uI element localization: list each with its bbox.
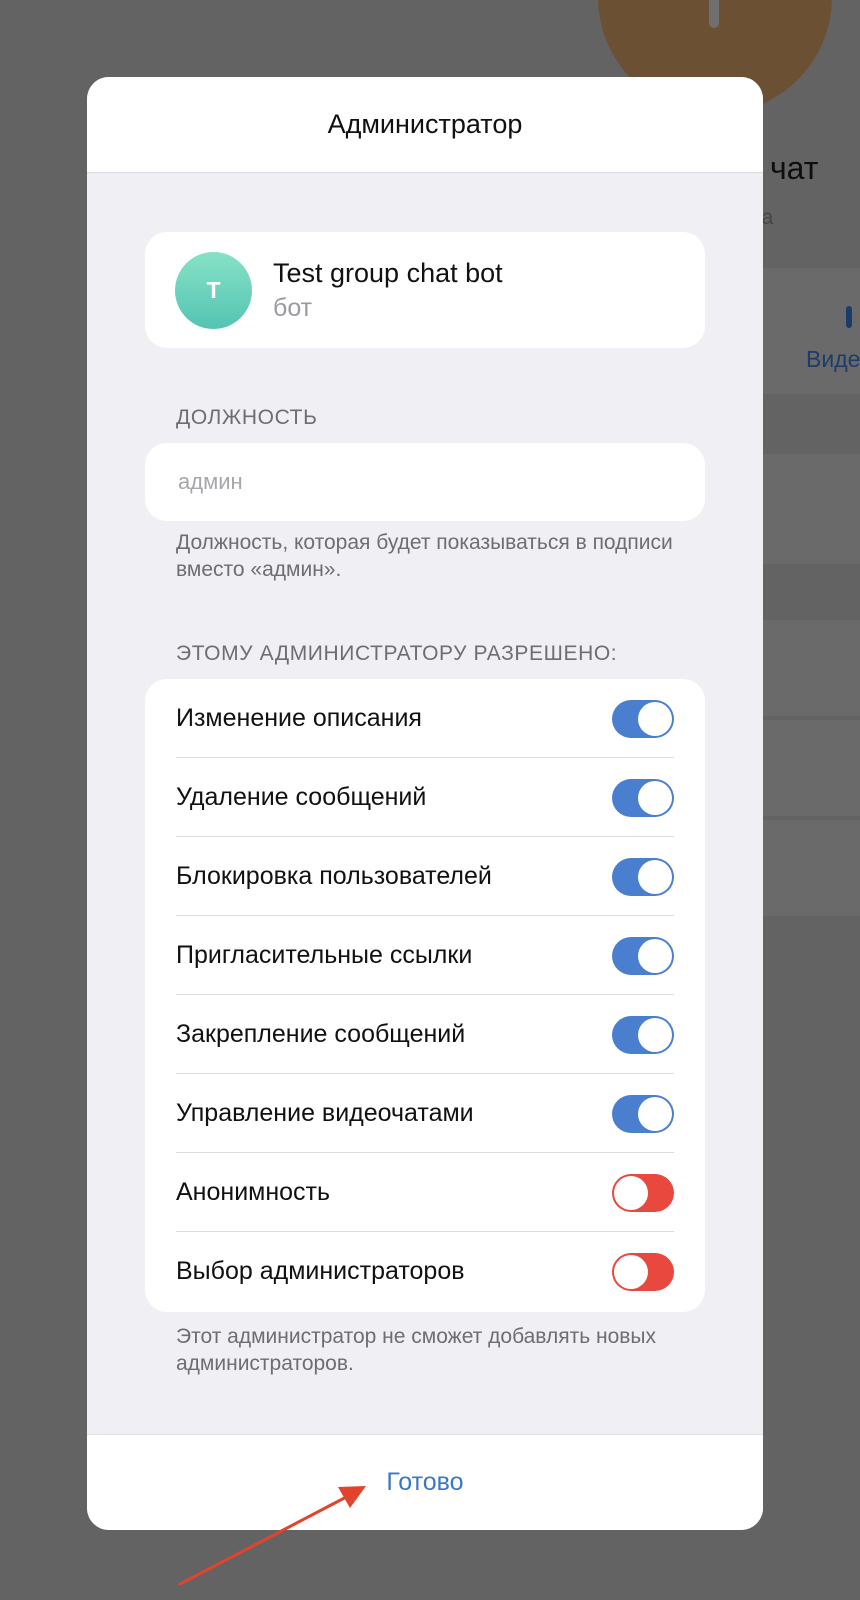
permission-label: Закрепление сообщений [176,1020,466,1048]
avatar-letter: T [206,277,221,303]
bot-name: Test group chat bot [273,258,503,288]
permission-row: Управление видеочатами [145,1074,705,1153]
permission-toggle[interactable] [612,1173,674,1212]
background-chat-title: чат [770,150,819,186]
custom-title-hint: Должность, которая будет показываться в … [176,531,673,581]
permissions-section-caption: ЭТОМУ АДМИНИСТРАТОРУ РАЗРЕШЕНО: [176,642,618,665]
permission-toggle[interactable] [612,1015,674,1054]
modal-footer: Готово [87,1434,763,1530]
permissions-list: Изменение описания Удаление сообщений Блок… [145,679,705,1311]
permission-row: Закрепление сообщений [145,995,705,1074]
custom-title-input[interactable] [145,443,705,521]
bot-type-label: бот [273,294,313,322]
permission-label: Управление видеочатами [176,1099,474,1127]
permission-label: Изменение описания [176,704,422,732]
background-avatar-edit-icon [709,0,719,28]
admin-rights-modal: Администратор T Test group chat bot бот … [87,77,763,1530]
toggle-knob [638,1096,672,1131]
done-button[interactable]: Готово [366,1458,483,1507]
permissions-hint: Этот администратор не сможет добавлять н… [176,1325,657,1375]
avatar: T [175,252,252,329]
permissions-card: Изменение описания Удаление сообщений Блок… [145,679,705,1312]
permission-label: Блокировка пользователей [176,862,492,890]
permission-row: Удаление сообщений [145,758,705,837]
toggle-knob [614,1175,648,1210]
custom-title-card [145,443,705,521]
toggle-knob [638,1017,672,1052]
position-section-caption: ДОЛЖНОСТЬ [176,406,318,429]
permission-toggle[interactable] [612,699,674,738]
permission-toggle[interactable] [612,1094,674,1133]
permission-toggle[interactable] [612,857,674,896]
toggle-knob [638,859,672,894]
permission-row: Пригласительные ссылки [145,916,705,995]
background-action-label: Виде [806,346,860,372]
modal-title: Администратор [327,109,523,139]
permission-row: Выбор администраторов [145,1232,705,1311]
permission-toggle[interactable] [612,936,674,975]
permission-label: Пригласительные ссылки [176,941,473,969]
toggle-knob [638,780,672,815]
permission-label: Удаление сообщений [176,783,427,811]
permission-row: Изменение описания [145,679,705,758]
permission-row: Блокировка пользователей [145,837,705,916]
toggle-knob [614,1254,648,1289]
bot-profile-card: T Test group chat bot бот [145,232,705,348]
modal-header: Администратор [87,77,763,173]
permission-label: Анонимность [176,1178,331,1206]
permission-row: Анонимность [145,1153,705,1232]
toggle-knob [638,938,672,973]
background-video-icon [846,306,852,328]
permission-toggle[interactable] [612,778,674,817]
permission-toggle[interactable] [612,1252,674,1291]
permission-label: Выбор администраторов [176,1257,465,1285]
toggle-knob [638,701,672,736]
